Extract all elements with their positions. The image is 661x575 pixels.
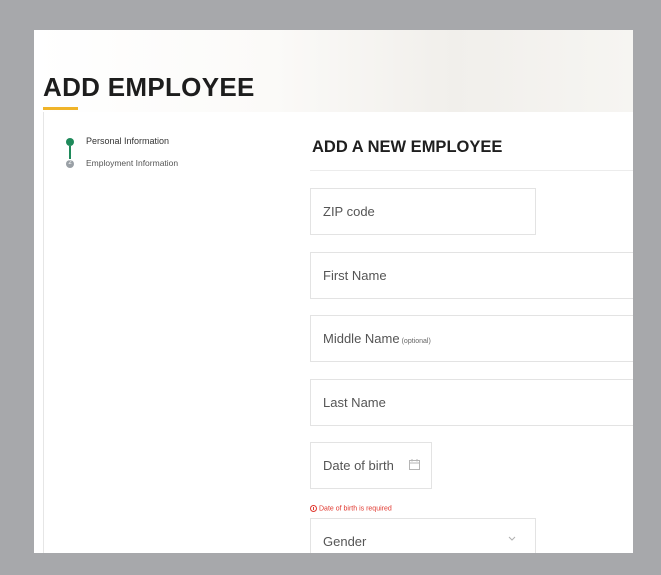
date-of-birth-placeholder: Date of birth [323, 458, 394, 473]
error-icon [310, 505, 317, 512]
last-name-field[interactable]: Last Name [310, 379, 633, 426]
app-window: ADD EMPLOYEE Personal Information 2 Empl… [34, 30, 633, 553]
first-name-field[interactable]: First Name [310, 252, 633, 299]
optional-label: (optional) [401, 338, 431, 345]
gender-select[interactable]: Gender [310, 518, 536, 553]
date-of-birth-error: Date of birth is required [310, 505, 392, 512]
content-divider [43, 112, 44, 553]
middle-name-placeholder: Middle Name (optional) [323, 331, 431, 346]
form-divider [310, 170, 633, 171]
error-message: Date of birth is required [319, 505, 392, 513]
calendar-icon[interactable] [409, 459, 420, 470]
first-name-placeholder: First Name [323, 268, 387, 283]
step-active-icon [66, 138, 74, 146]
last-name-placeholder: Last Name [323, 395, 386, 410]
step-number: 2 [68, 160, 72, 166]
middle-name-field[interactable]: Middle Name (optional) [310, 315, 633, 362]
step-connector [69, 146, 71, 159]
zip-code-field[interactable]: ZIP code [310, 188, 536, 235]
form-title: ADD A NEW EMPLOYEE [312, 138, 503, 156]
page-title: ADD EMPLOYEE [43, 72, 255, 102]
gender-placeholder: Gender [323, 534, 367, 549]
title-underline [43, 107, 78, 110]
step-label: Personal Information [86, 136, 170, 146]
zip-code-placeholder: ZIP code [323, 204, 375, 219]
date-of-birth-field[interactable]: Date of birth [310, 442, 432, 489]
chevron-down-icon [508, 536, 516, 541]
step-label: Employment Information [86, 158, 179, 168]
middle-name-label: Middle Name [323, 331, 400, 346]
page-header: ADD EMPLOYEE [34, 30, 633, 112]
